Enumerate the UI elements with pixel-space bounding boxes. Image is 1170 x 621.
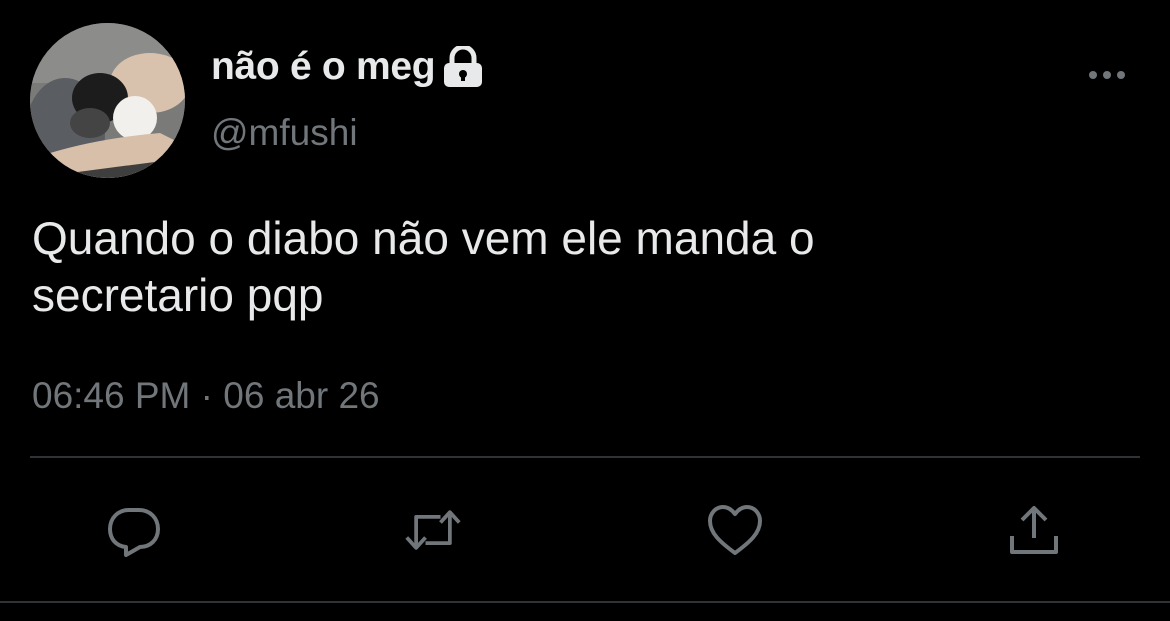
tweet-date[interactable]: 06 abr 26 xyxy=(223,375,379,416)
display-name-row: não é o meg xyxy=(211,42,485,92)
reply-button[interactable] xyxy=(104,500,164,560)
retweet-button[interactable] xyxy=(403,500,463,560)
lock-icon xyxy=(441,46,485,88)
tweet-card: não é o meg @mfushi Quando o diabo não v… xyxy=(0,0,1170,621)
more-options-icon[interactable] xyxy=(1082,60,1132,90)
heart-icon xyxy=(708,505,762,555)
retweet-icon xyxy=(405,510,461,550)
avatar[interactable] xyxy=(30,23,185,178)
meta-separator: · xyxy=(200,375,213,416)
tweet-text: Quando o diabo não vem ele manda o secre… xyxy=(32,212,815,321)
reply-icon xyxy=(108,508,160,557)
display-name[interactable]: não é o meg xyxy=(211,45,436,89)
user-handle[interactable]: @mfushi xyxy=(211,112,358,154)
divider xyxy=(30,456,1140,458)
avatar-image xyxy=(30,23,185,178)
tweet-meta: 06:46 PM · 06 abr 26 xyxy=(32,375,380,417)
tweet-time[interactable]: 06:46 PM xyxy=(32,375,190,416)
bottom-divider xyxy=(0,601,1170,603)
share-icon xyxy=(1010,506,1058,554)
share-button[interactable] xyxy=(1004,500,1064,560)
like-button[interactable] xyxy=(705,500,765,560)
